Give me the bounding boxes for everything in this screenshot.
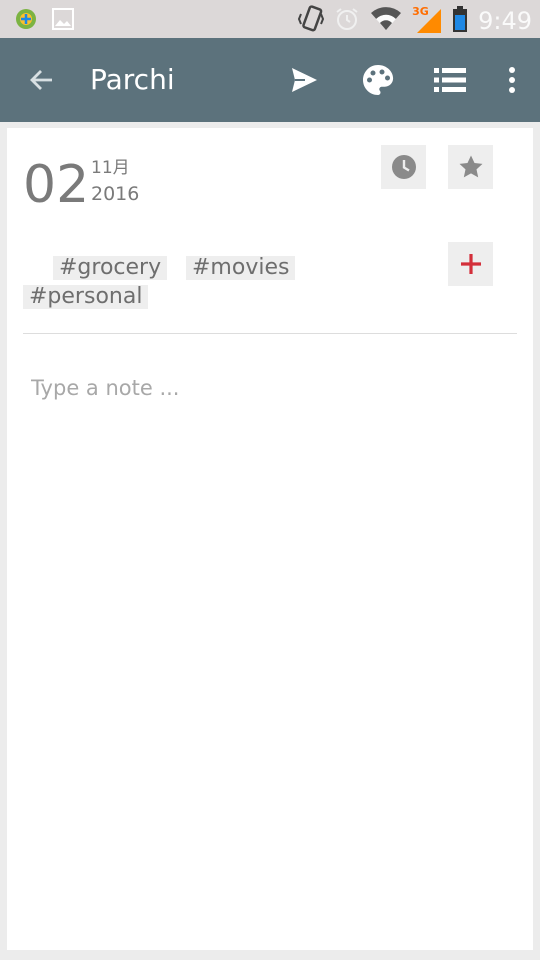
more-options-button[interactable] — [494, 60, 530, 100]
reminder-button[interactable] — [381, 145, 426, 189]
divider — [23, 333, 517, 334]
list-icon — [434, 68, 466, 92]
back-button[interactable] — [26, 64, 58, 96]
send-icon — [292, 68, 317, 92]
back-arrow-icon — [30, 70, 52, 90]
alarm-icon — [334, 6, 360, 36]
battery-icon — [452, 5, 468, 37]
signal-3g-icon: 3G — [412, 5, 442, 35]
app-bar: Parchi — [0, 38, 540, 122]
note-date-year: 2016 — [91, 183, 140, 205]
clock-icon — [391, 155, 416, 179]
tag-chip[interactable]: #grocery — [53, 256, 168, 280]
note-date-day: 02 — [23, 155, 90, 215]
favorite-button[interactable] — [448, 145, 493, 189]
color-palette-button[interactable] — [358, 60, 398, 100]
note-text-input[interactable] — [23, 368, 525, 408]
checklist-button[interactable] — [430, 60, 470, 100]
plus-icon — [460, 254, 481, 274]
image-notification-icon — [52, 8, 74, 34]
vibrate-icon — [298, 4, 325, 38]
wifi-icon — [370, 6, 402, 36]
more-vert-icon — [509, 67, 515, 93]
note-card: 02 11月 2016 #grocery #movies #personal — [7, 128, 533, 950]
palette-icon — [363, 65, 394, 95]
star-icon — [459, 155, 482, 178]
app-notification-icon — [14, 7, 38, 35]
status-time: 9:49 — [478, 7, 532, 35]
send-button[interactable] — [284, 60, 324, 100]
add-tag-button[interactable] — [448, 242, 493, 286]
note-date-month: 11月 — [91, 158, 130, 178]
app-title: Parchi — [90, 63, 175, 96]
status-bar: 3G 9:49 — [0, 0, 540, 38]
tag-chip[interactable]: #movies — [186, 256, 296, 280]
tag-chip[interactable]: #personal — [23, 285, 149, 309]
